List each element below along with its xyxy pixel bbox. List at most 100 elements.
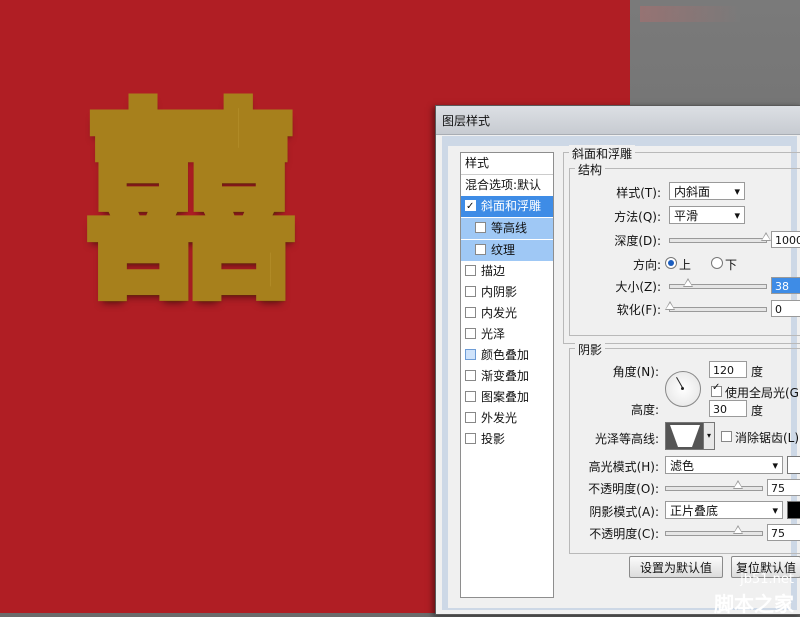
style-item-label: 光泽 <box>481 327 506 341</box>
highlight-opacity-input[interactable]: 75 <box>767 479 800 496</box>
double-happiness-text: 囍 <box>82 82 300 327</box>
highlight-opacity-label: 不透明度(O): <box>588 482 659 496</box>
dialog-titlebar[interactable]: 图层样式 <box>436 106 800 135</box>
style-item-contour[interactable]: 等高线 <box>461 218 553 239</box>
depth-label: 深度(D): <box>614 234 661 248</box>
gold-emboss-artwork: 囍 <box>82 82 300 327</box>
altitude-unit: 度 <box>751 404 764 418</box>
highlight-opacity-slider[interactable] <box>665 480 763 491</box>
shadow-color-swatch[interactable] <box>787 501 800 519</box>
inner-shadow-checkbox[interactable] <box>465 286 476 297</box>
dialog-content: 样式 混合选项:默认 斜面和浮雕 等高线 纹理 描边 内阴影 内发光 光泽 颜色… <box>448 145 800 608</box>
structure-title: 结构 <box>575 161 606 178</box>
style-item-label: 外发光 <box>481 411 518 425</box>
angle-dial-center <box>681 387 684 390</box>
direction-label: 方向: <box>632 258 661 272</box>
angle-input[interactable]: 120 <box>709 361 747 378</box>
angle-unit: 度 <box>751 365 764 379</box>
altitude-label: 高度: <box>630 403 659 417</box>
texture-checkbox[interactable] <box>475 244 486 255</box>
gloss-contour-preview[interactable] <box>665 422 705 450</box>
soften-slider[interactable] <box>665 301 767 312</box>
size-input[interactable]: 38 <box>771 277 800 294</box>
stroke-checkbox[interactable] <box>465 265 476 276</box>
soften-label: 软化(F): <box>616 303 661 317</box>
antialias-label: 消除锯齿(L) <box>735 431 800 445</box>
style-item-label: 投影 <box>481 432 506 446</box>
style-item-satin[interactable]: 光泽 <box>461 324 553 345</box>
depth-slider-thumb[interactable] <box>761 232 771 241</box>
technique-dropdown[interactable]: 平滑 <box>669 206 745 225</box>
style-item-label: 图案叠加 <box>481 390 530 404</box>
altitude-input[interactable]: 30 <box>709 400 747 417</box>
style-item-inner-glow[interactable]: 内发光 <box>461 303 553 324</box>
style-item-label: 内发光 <box>481 306 518 320</box>
depth-input[interactable]: 1000 <box>771 231 800 248</box>
style-label: 样式(T): <box>616 186 661 200</box>
size-label: 大小(Z): <box>615 280 661 294</box>
bevel-style-dropdown[interactable]: 内斜面 <box>669 182 745 201</box>
soften-input[interactable]: 0 <box>771 300 800 317</box>
size-slider-thumb[interactable] <box>683 278 694 287</box>
highlight-mode-dropdown[interactable]: 滤色 <box>665 456 783 475</box>
style-item-color-overlay[interactable]: 颜色叠加 <box>461 345 553 366</box>
contour-checkbox[interactable] <box>475 222 486 233</box>
shadow-opacity-thumb[interactable] <box>733 525 743 534</box>
antialias-checkbox[interactable] <box>721 431 732 442</box>
style-item-label: 纹理 <box>491 243 516 257</box>
direction-down-radio[interactable] <box>711 257 723 269</box>
soften-slider-thumb[interactable] <box>665 301 675 310</box>
shadow-opacity-slider[interactable] <box>665 525 763 536</box>
inner-glow-checkbox[interactable] <box>465 307 476 318</box>
technique-label: 方法(Q): <box>614 210 661 224</box>
highlight-color-swatch[interactable] <box>787 456 800 474</box>
bevel-checkbox[interactable] <box>465 196 476 217</box>
dialog-frame: 样式 混合选项:默认 斜面和浮雕 等高线 纹理 描边 内阴影 内发光 光泽 颜色… <box>442 136 800 610</box>
style-item-label: 颜色叠加 <box>481 348 530 362</box>
style-item-pattern-overlay[interactable]: 图案叠加 <box>461 387 553 408</box>
style-item-gradient-overlay[interactable]: 渐变叠加 <box>461 366 553 387</box>
style-item-label: 斜面和浮雕 <box>481 199 542 213</box>
gradient-overlay-checkbox[interactable] <box>465 370 476 381</box>
direction-up-label: 上 <box>679 258 692 272</box>
depth-slider[interactable] <box>669 232 771 243</box>
satin-checkbox[interactable] <box>465 328 476 339</box>
layer-style-dialog: 图层样式 样式 混合选项:默认 斜面和浮雕 等高线 纹理 描边 内阴影 内发光 … <box>435 105 800 615</box>
pattern-overlay-checkbox[interactable] <box>465 391 476 402</box>
direction-down-label: 下 <box>725 258 738 272</box>
contour-curve-icon <box>666 423 704 449</box>
dialog-title: 图层样式 <box>442 113 491 128</box>
style-item-outer-glow[interactable]: 外发光 <box>461 408 553 429</box>
style-item-inner-shadow[interactable]: 内阴影 <box>461 282 553 303</box>
shadow-mode-label: 阴影模式(A): <box>589 505 659 519</box>
make-default-button[interactable]: 设置为默认值 <box>629 556 723 578</box>
style-item-drop-shadow[interactable]: 投影 <box>461 429 553 450</box>
angle-label: 角度(N): <box>612 365 659 379</box>
gloss-contour-label: 光泽等高线: <box>594 432 659 446</box>
contour-dropdown-button[interactable]: ▾ <box>703 422 715 450</box>
blending-options-item[interactable]: 混合选项:默认 <box>461 175 553 196</box>
outer-glow-checkbox[interactable] <box>465 412 476 423</box>
style-item-texture[interactable]: 纹理 <box>461 240 553 261</box>
styles-list: 样式 混合选项:默认 斜面和浮雕 等高线 纹理 描边 内阴影 内发光 光泽 颜色… <box>460 152 554 598</box>
shadow-opacity-input[interactable]: 75 <box>767 524 800 541</box>
highlight-opacity-thumb[interactable] <box>733 480 743 489</box>
global-light-checkbox[interactable] <box>711 382 722 397</box>
bevel-emboss-title: 斜面和浮雕 <box>569 145 636 162</box>
size-slider[interactable] <box>669 278 767 289</box>
style-item-label: 渐变叠加 <box>481 369 530 383</box>
style-item-label: 内阴影 <box>481 285 518 299</box>
shading-title: 阴影 <box>575 341 606 358</box>
direction-up-radio[interactable] <box>665 257 677 269</box>
canvas-edge-strip <box>640 6 740 22</box>
drop-shadow-checkbox[interactable] <box>465 433 476 444</box>
angle-dial[interactable] <box>665 371 701 407</box>
shadow-opacity-label: 不透明度(C): <box>589 527 659 541</box>
shadow-mode-dropdown[interactable]: 正片叠底 <box>665 501 783 520</box>
style-item-bevel[interactable]: 斜面和浮雕 <box>461 196 553 217</box>
styles-header[interactable]: 样式 <box>461 153 553 175</box>
color-overlay-checkbox[interactable] <box>465 349 476 360</box>
watermark-domain: jb51.net <box>740 572 794 587</box>
style-item-stroke[interactable]: 描边 <box>461 261 553 282</box>
style-item-label: 等高线 <box>491 221 528 235</box>
